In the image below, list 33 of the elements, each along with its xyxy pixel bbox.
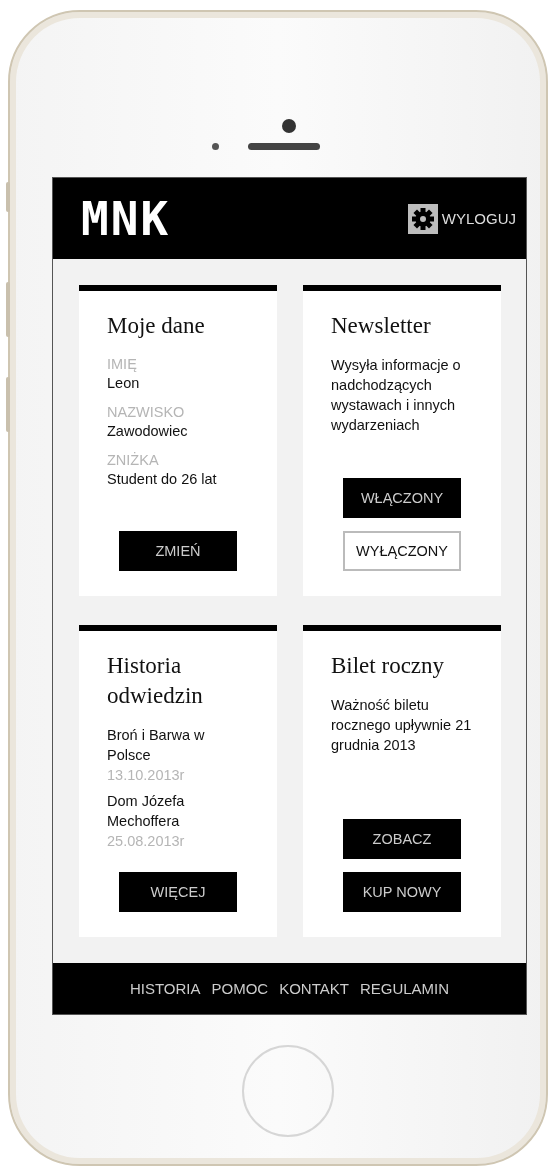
- speaker-icon: [248, 143, 320, 150]
- footer-link[interactable]: POMOC: [211, 980, 269, 997]
- action-button[interactable]: ZOBACZ: [343, 819, 461, 859]
- card-title: Moje dane: [107, 312, 206, 340]
- footer-link[interactable]: KONTAKT: [279, 980, 349, 997]
- field-value: Zawodowiec: [107, 422, 189, 441]
- footer-link[interactable]: REGULAMIN: [359, 980, 450, 997]
- field-value: Leon: [107, 374, 141, 393]
- logo: MNK: [81, 195, 171, 242]
- home-button[interactable]: [242, 1045, 334, 1137]
- field-label: IMIĘ: [107, 355, 138, 374]
- visit-name: Broń i Barwa w Polsce: [107, 726, 206, 765]
- description-text: Wysyła informacje o nadchodzących wystawach i innych wydarzeniach: [331, 356, 462, 435]
- visit-date: 13.10.2013r: [107, 766, 186, 785]
- field-value: Student do 26 lat: [107, 470, 218, 489]
- visit-name: Dom Józefa Mechoffera: [107, 792, 186, 831]
- field-label: ZNIŻKA: [107, 451, 160, 470]
- logout-button[interactable]: WYLOGUJ: [407, 203, 516, 234]
- action-button[interactable]: KUP NOWY: [343, 872, 461, 912]
- card-title: Newsletter: [331, 312, 432, 340]
- visit-date: 25.08.2013r: [107, 832, 186, 851]
- settings-icon: [407, 203, 438, 234]
- card-title: Historia odwiedzin: [107, 652, 204, 710]
- toggle-option[interactable]: WŁĄCZONY: [343, 478, 461, 518]
- sensor-icon: [212, 143, 219, 150]
- action-button[interactable]: ZMIEŃ: [119, 531, 237, 571]
- card-title: Bilet roczny: [331, 652, 446, 680]
- field-label: NAZWISKO: [107, 403, 186, 422]
- action-button[interactable]: WIĘCEJ: [119, 872, 237, 912]
- footer-link[interactable]: HISTORIA: [129, 980, 201, 997]
- description-text: Ważność biletu rocznego upływnie 21 grudnia 2013: [331, 696, 473, 755]
- camera-icon: [282, 119, 296, 133]
- toggle-option[interactable]: WYŁĄCZONY: [343, 531, 461, 571]
